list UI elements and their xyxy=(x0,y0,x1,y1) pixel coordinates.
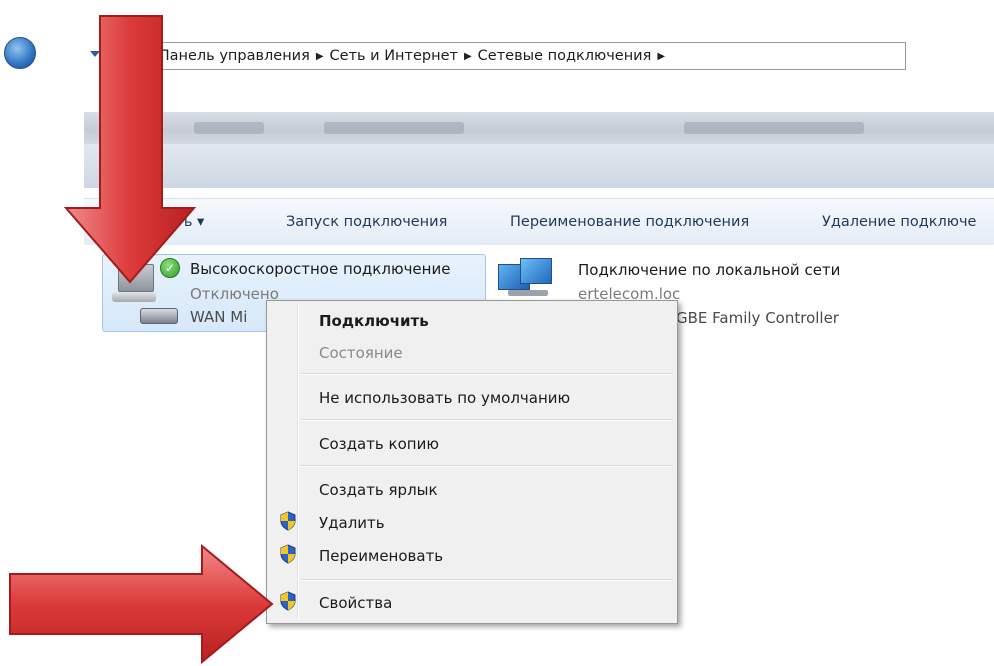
crumb-separator-icon[interactable]: ▶ xyxy=(316,51,324,62)
crumb-network-connections[interactable]: Сетевые подключения xyxy=(478,48,652,64)
modem-icon xyxy=(140,308,178,324)
context-menu: Подключить Состояние Не использовать по … xyxy=(266,300,678,624)
crumb-separator-icon[interactable]: ▶ xyxy=(657,51,665,62)
delete-connection-button[interactable]: Удаление подключе xyxy=(822,214,976,230)
down-arrow-annotation-icon xyxy=(63,15,197,284)
highspeed-connection-device: WAN Mi xyxy=(190,308,248,326)
uac-shield-icon xyxy=(280,544,296,564)
title-blur-2 xyxy=(324,122,464,134)
menu-item-delete[interactable]: Удалить xyxy=(319,514,385,532)
menu-item-connect[interactable]: Подключить xyxy=(319,312,429,330)
crumb-separator-icon[interactable]: ▶ xyxy=(464,51,472,62)
start-connection-button[interactable]: Запуск подключения xyxy=(286,214,447,230)
menu-separator xyxy=(301,373,673,375)
base-shape xyxy=(112,292,156,302)
command-toolbar: ить ▾ Запуск подключения Переименование … xyxy=(84,198,994,246)
title-blur-3 xyxy=(684,122,864,134)
menu-separator xyxy=(301,465,673,467)
rename-connection-button[interactable]: Переименование подключения xyxy=(510,214,749,230)
menu-item-status: Состояние xyxy=(319,344,403,362)
menu-separator xyxy=(301,419,673,421)
back-arrow-icon[interactable] xyxy=(4,37,36,69)
menu-item-create-shortcut[interactable]: Создать ярлык xyxy=(319,481,438,499)
menu-item-rename[interactable]: Переименовать xyxy=(319,547,443,565)
lan-stand xyxy=(508,290,548,296)
menu-item-create-copy[interactable]: Создать копию xyxy=(319,435,439,453)
lan-screen-front xyxy=(520,258,552,284)
uac-shield-icon xyxy=(280,591,296,611)
title-blur-1 xyxy=(194,122,264,134)
address-field[interactable]: ▶ Панель управления ▶ Сеть и Интернет ▶ … xyxy=(104,42,906,70)
highspeed-connection-title: Высокоскоростное подключение xyxy=(190,260,451,278)
menu-item-not-default[interactable]: Не использовать по умолчанию xyxy=(319,389,570,407)
menu-icon-gutter xyxy=(297,303,299,619)
right-arrow-annotation-icon xyxy=(9,543,274,665)
crumb-network-internet[interactable]: Сеть и Интернет xyxy=(330,48,458,64)
title-bar xyxy=(84,112,994,144)
lan-connection-device: GBE Family Controller xyxy=(676,309,839,327)
menu-item-properties[interactable]: Свойства xyxy=(319,594,392,612)
lan-monitors-icon[interactable] xyxy=(498,258,554,302)
uac-shield-icon xyxy=(280,511,296,531)
lan-connection-title[interactable]: Подключение по локальной сети xyxy=(578,261,840,279)
address-bar-region xyxy=(84,144,994,188)
menu-separator xyxy=(301,579,673,581)
